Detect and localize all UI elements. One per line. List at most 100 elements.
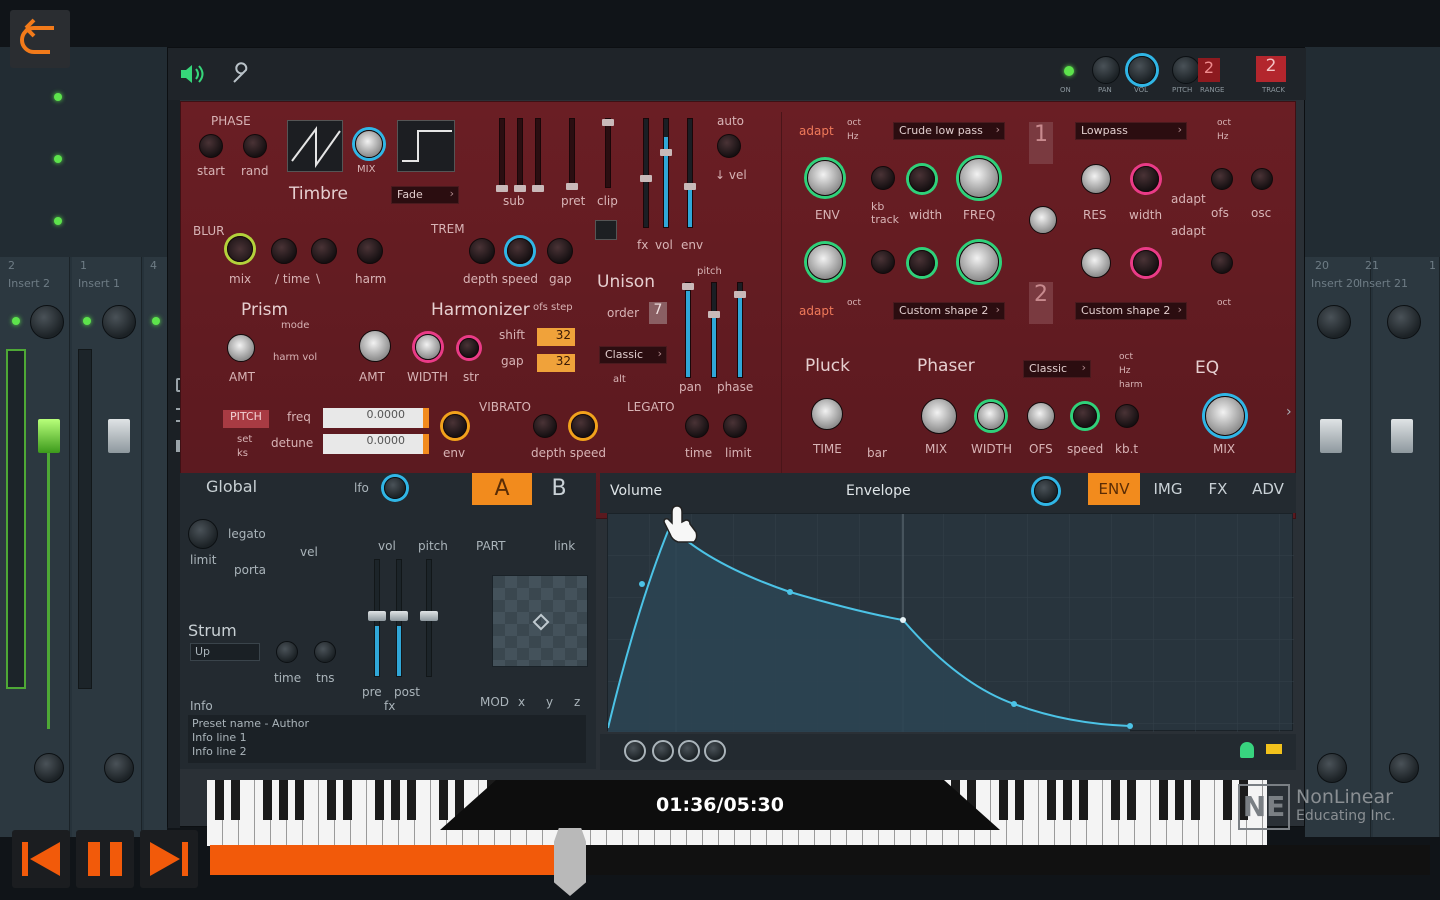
filter2-width-knob[interactable] <box>1133 166 1159 192</box>
img-tab[interactable]: IMG <box>1144 473 1192 505</box>
trem-depth-knob[interactable] <box>469 238 495 264</box>
unison-classic-dropdown[interactable]: Classic <box>599 346 667 364</box>
clip-slider[interactable] <box>602 118 614 188</box>
filter2-osc-knob[interactable] <box>1251 168 1273 190</box>
filter2-res-knob[interactable] <box>1081 164 1111 194</box>
pan-knob[interactable] <box>1317 305 1351 339</box>
env-amount-knob[interactable] <box>1034 479 1058 503</box>
pitch-env-knob[interactable] <box>443 414 467 438</box>
progress-scrubber[interactable] <box>554 828 586 896</box>
volume-fader[interactable] <box>38 419 60 453</box>
filter-mix-knob[interactable] <box>1029 206 1057 234</box>
phaser-mix-knob[interactable] <box>921 398 957 434</box>
range-value[interactable]: 2 <box>1198 58 1220 82</box>
envelope-curve[interactable] <box>607 514 1294 732</box>
wrench-icon[interactable] <box>230 62 254 86</box>
volume-fader[interactable] <box>1391 419 1413 453</box>
layer-b-tab[interactable]: B <box>534 473 584 505</box>
pan-knob[interactable] <box>1387 305 1421 339</box>
env-param-knob[interactable] <box>678 740 700 762</box>
phaser-kb-knob[interactable] <box>1115 404 1139 428</box>
harmonizer-width-knob[interactable] <box>415 334 441 360</box>
layer-a-tab[interactable]: A <box>472 473 532 505</box>
harmonizer-str-knob[interactable] <box>459 338 479 358</box>
vol-slider[interactable] <box>660 118 672 228</box>
sub-slider[interactable] <box>532 118 544 192</box>
env-sync-icon[interactable] <box>1266 744 1282 754</box>
env-param-knob[interactable] <box>704 740 726 762</box>
next-button[interactable] <box>140 830 198 888</box>
harmonizer-amt-knob[interactable] <box>359 330 391 362</box>
insert-label[interactable]: Insert 20 <box>1311 277 1360 290</box>
blur-time-knob-2[interactable] <box>311 238 337 264</box>
filter1-freq-knob-2[interactable] <box>959 242 999 282</box>
fx-tab[interactable]: FX <box>1196 473 1240 505</box>
rand-knob[interactable] <box>243 134 267 158</box>
pitch-title[interactable]: PITCH <box>223 410 269 428</box>
saw-wave-display[interactable] <box>287 120 343 172</box>
pause-button[interactable] <box>76 830 134 888</box>
xy-pad[interactable] <box>492 575 588 667</box>
filter2-ofs-knob[interactable] <box>1211 168 1233 190</box>
curve-icon[interactable] <box>595 220 617 240</box>
filter1-kb-knob-2[interactable] <box>871 250 895 274</box>
unison-pan-slider[interactable] <box>682 282 694 378</box>
fade-dropdown[interactable]: Fade <box>391 186 459 204</box>
env-mode-label[interactable]: Envelope <box>846 483 911 499</box>
trem-gap-knob[interactable] <box>547 238 573 264</box>
mix-knob[interactable] <box>355 130 383 158</box>
sub-slider[interactable] <box>496 118 508 192</box>
pitch-knob[interactable] <box>1172 56 1200 84</box>
phaser-speed-knob[interactable] <box>1073 404 1097 428</box>
speaker-icon[interactable] <box>178 62 206 86</box>
pitch-freq-value[interactable]: 0.0000 <box>323 408 429 428</box>
filter2-custom-dropdown[interactable]: Custom shape 2 <box>1075 302 1187 320</box>
insert-label[interactable]: Insert 21 <box>1359 277 1408 290</box>
blur-mix-knob[interactable] <box>227 236 253 262</box>
back-button[interactable] <box>10 10 70 68</box>
fx-slider[interactable] <box>640 118 652 228</box>
auto-knob[interactable] <box>717 134 741 158</box>
filter1-kb-track-knob[interactable] <box>871 166 895 190</box>
volume-fader[interactable] <box>108 419 130 453</box>
previous-button[interactable] <box>12 830 70 888</box>
filter1-width-knob[interactable] <box>909 166 935 192</box>
legato-limit-knob[interactable] <box>723 414 747 438</box>
envelope-graph[interactable] <box>607 505 1294 732</box>
xy-pad-cursor[interactable] <box>532 613 550 631</box>
sub-slider[interactable] <box>514 118 526 192</box>
env-param-knob[interactable] <box>624 740 646 762</box>
filter-routing-1[interactable]: 1 <box>1029 122 1053 164</box>
unison-phase-slider-2[interactable] <box>734 282 746 378</box>
blur-harm-knob[interactable] <box>357 238 383 264</box>
prism-amt-knob[interactable] <box>227 334 255 362</box>
global-lfo-knob[interactable] <box>384 477 406 499</box>
start-knob[interactable] <box>199 134 223 158</box>
env-param-knob[interactable] <box>652 740 674 762</box>
vol-knob[interactable] <box>1128 56 1156 84</box>
pitch-detune-value[interactable]: 0.0000 <box>323 434 429 454</box>
track-value[interactable]: 2 <box>1256 56 1286 82</box>
on-led[interactable] <box>1064 66 1074 76</box>
pan-knob[interactable] <box>30 305 64 339</box>
env-slider[interactable] <box>684 118 696 228</box>
insert-label[interactable]: Insert 1 <box>78 277 120 290</box>
panel-next-arrow[interactable]: › <box>1286 404 1292 420</box>
legato-time-knob[interactable] <box>685 414 709 438</box>
filter1-env-knob-2[interactable] <box>807 244 843 280</box>
pret-slider[interactable] <box>566 118 578 190</box>
adv-tab[interactable]: ADV <box>1244 473 1292 505</box>
vibrato-depth-knob[interactable] <box>533 414 557 438</box>
filter2-width-knob-2[interactable] <box>1133 250 1159 276</box>
send-knob[interactable] <box>1389 753 1419 783</box>
pan-knob[interactable] <box>102 305 136 339</box>
harmonizer-shift-value[interactable]: 32 <box>537 328 575 346</box>
square-wave-display[interactable] <box>397 120 455 172</box>
strum-tns-knob[interactable] <box>314 641 336 663</box>
strum-dropdown[interactable]: Up <box>190 643 260 661</box>
filter-routing-2[interactable]: 2 <box>1029 282 1053 324</box>
send-knob[interactable] <box>34 753 64 783</box>
blur-time-knob[interactable] <box>271 238 297 264</box>
vibrato-speed-knob[interactable] <box>571 414 595 438</box>
pan-knob[interactable] <box>1092 56 1120 84</box>
